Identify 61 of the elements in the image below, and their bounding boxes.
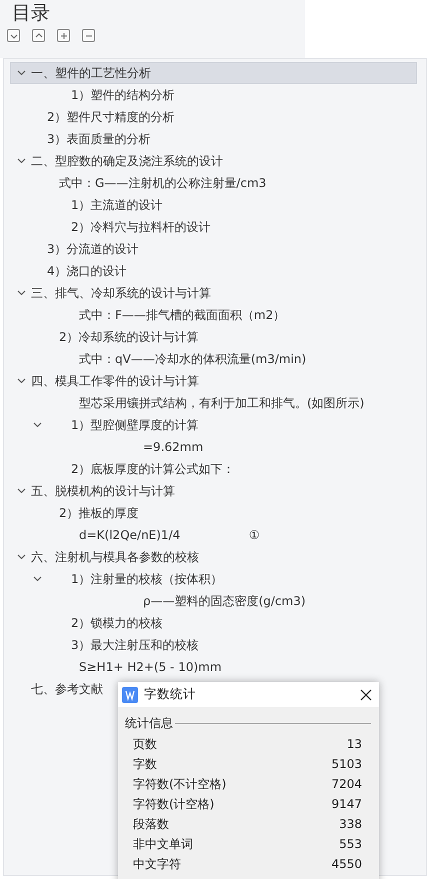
app-logo-icon [122,686,138,702]
chevron-down-icon[interactable] [17,290,26,296]
toc-item[interactable]: 2）底板厚度的计算公式如下： [10,458,417,480]
toc-item[interactable]: ρ——塑料的固态密度(g/cm3) [10,590,417,612]
chevron-down-icon[interactable] [33,422,42,428]
plus-icon [58,30,68,40]
expand-all-button[interactable] [7,29,20,42]
toc-item[interactable]: 2）锁模力的校核 [10,612,417,634]
stat-value: 13 [346,737,362,751]
toc-item[interactable]: 2）推板的厚度 [10,502,417,524]
stat-value: 7204 [331,777,362,791]
toc-item[interactable]: 1）塑件的结构分析 [10,84,417,106]
toc-item[interactable]: 1）主流道的设计 [10,194,417,216]
toc-item[interactable]: 二、型腔数的确定及浇注系统的设计 [10,150,417,172]
toc-item[interactable]: 式中：qV——冷却水的体积流量(m3/min) [10,348,417,370]
chevron-down-icon[interactable] [17,70,26,76]
stat-value: 338 [339,817,362,831]
toc-item[interactable]: 1）型腔侧壁厚度的计算 [10,414,417,436]
stat-value: 553 [339,837,362,851]
close-button[interactable] [359,688,373,702]
chevron-down-icon[interactable] [33,576,42,582]
stat-label: 段落数 [133,816,169,832]
toc-item[interactable]: 五、脱模机构的设计与计算 [10,480,417,502]
collapse-all-button[interactable] [32,29,45,42]
chevron-down-icon[interactable] [17,554,26,560]
toc-item[interactable]: 四、模具工作零件的设计与计算 [10,370,417,392]
toc-item[interactable]: 2）塑件尺寸精度的分析 [10,106,417,128]
stat-value: 9147 [331,797,362,811]
minus-button[interactable] [82,29,95,42]
toc-item[interactable]: 型芯采用镶拼式结构，有利于加工和排气。(如图所示) [10,392,417,414]
stat-label: 非中文单词 [133,836,193,852]
close-icon [359,688,373,702]
stat-label: 中文字符 [133,856,181,872]
stat-label: 页数 [133,736,157,752]
chevron-down-icon[interactable] [17,488,26,494]
stat-label: 字符数(不计空格) [133,776,226,792]
toc-item[interactable]: 三、排气、冷却系统的设计与计算 [10,282,417,304]
stat-label: 字数 [133,756,157,772]
stat-value: 5103 [331,757,362,771]
stat-value: 4550 [331,857,362,871]
toc-item[interactable]: 2）冷却系统的设计与计算 [10,326,417,348]
stat-label: 字符数(计空格) [133,796,214,812]
toc-item[interactable]: 一、塑件的工艺性分析 [10,62,417,84]
toc-item[interactable]: 3）最大注射压和的校核 [10,634,417,656]
panel-title: 目录 [12,1,51,26]
dialog-title: 字数统计 [144,686,197,703]
toc-item[interactable]: 1）注射量的校核（按体积） [10,568,417,590]
toc-item[interactable]: 3）表面质量的分析 [10,128,417,150]
toc-item[interactable]: 六、注射机与模具各参数的校核 [10,546,417,568]
toc-item[interactable]: 2）冷料穴与拉料杆的设计 [10,216,417,238]
toc-item[interactable]: =9.62mm [10,436,417,458]
chevron-down-icon[interactable] [17,158,26,164]
chevron-down-icon[interactable] [17,378,26,384]
group-label: 统计信息 [125,715,173,732]
toc-item[interactable]: S≥H1+ H2+(5 - 10)mm [10,656,417,678]
toc-item[interactable]: 式中：F——排气槽的截面面积（m2） [10,304,417,326]
toc-item[interactable]: 式中：G——注射机的公称注射量/cm3 [10,172,417,194]
toc-item[interactable]: 4）浇口的设计 [10,260,417,282]
toc-item[interactable]: 3）分流道的设计 [10,238,417,260]
toc-item[interactable]: d=K(l2Qe/nE)1/4 ① [10,524,417,546]
plus-button[interactable] [57,29,70,42]
